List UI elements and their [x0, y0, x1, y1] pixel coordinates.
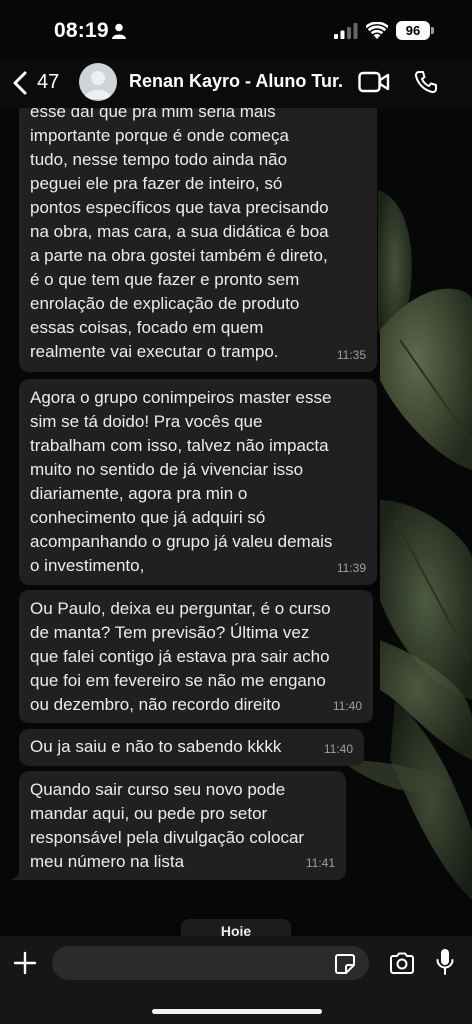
sticker-icon[interactable] — [334, 953, 356, 975]
message-composer — [0, 936, 472, 1024]
microphone-icon[interactable] — [436, 948, 454, 976]
message-bubble[interactable]: Quando sair curso seu novo pode mandar a… — [19, 771, 346, 880]
default-avatar-icon — [84, 71, 112, 99]
person-icon — [112, 23, 126, 39]
cellular-signal-icon — [334, 23, 358, 39]
message-list: esse daí que pra mim seria mais importan… — [0, 0, 472, 1024]
bubble-tail — [11, 868, 23, 880]
message-bubble[interactable]: Agora o grupo conimpeiros master esse si… — [19, 379, 377, 585]
message-text: Ou ja saiu e não to sabendo kkkk — [30, 737, 282, 756]
message-bubble[interactable]: esse daí que pra mim seria mais importan… — [19, 90, 377, 372]
message-time: 11:35 — [336, 348, 366, 362]
message-bubble[interactable]: Ou Paulo, deixa eu perguntar, é o curso … — [19, 590, 373, 723]
message-time: 11:40 — [323, 742, 353, 756]
avatar[interactable] — [79, 63, 117, 101]
message-input[interactable] — [52, 946, 369, 980]
chat-header: 47 Renan Kayro - Aluno Tur... — [0, 58, 472, 108]
message-text: Ou Paulo, deixa eu perguntar, é o curso … — [30, 599, 331, 714]
message-text: Agora o grupo conimpeiros master esse si… — [30, 388, 333, 575]
unread-count[interactable]: 47 — [37, 71, 59, 94]
status-bar: 08:19 96 — [0, 0, 472, 58]
contact-name[interactable]: Renan Kayro - Aluno Tur... — [129, 71, 344, 92]
status-time: 08:19 — [54, 19, 109, 42]
battery-indicator: 96 — [396, 21, 430, 40]
message-bubble[interactable]: Ou ja saiu e não to sabendo kkkk 11:40 — [19, 729, 364, 766]
message-time: 11:39 — [336, 561, 366, 575]
plus-icon[interactable] — [13, 951, 37, 975]
message-text: Quando sair curso seu novo pode mandar a… — [30, 780, 305, 871]
wifi-icon — [366, 22, 388, 39]
back-chevron-icon[interactable] — [12, 71, 28, 95]
camera-icon[interactable] — [389, 952, 415, 974]
message-time: 11:40 — [332, 699, 362, 713]
phone-call-icon[interactable] — [414, 70, 438, 94]
home-indicator — [152, 1009, 322, 1014]
video-call-icon[interactable] — [358, 71, 390, 93]
battery-cap — [431, 27, 434, 34]
message-time: 11:41 — [305, 856, 335, 870]
message-text: esse daí que pra mim seria mais importan… — [30, 102, 329, 361]
